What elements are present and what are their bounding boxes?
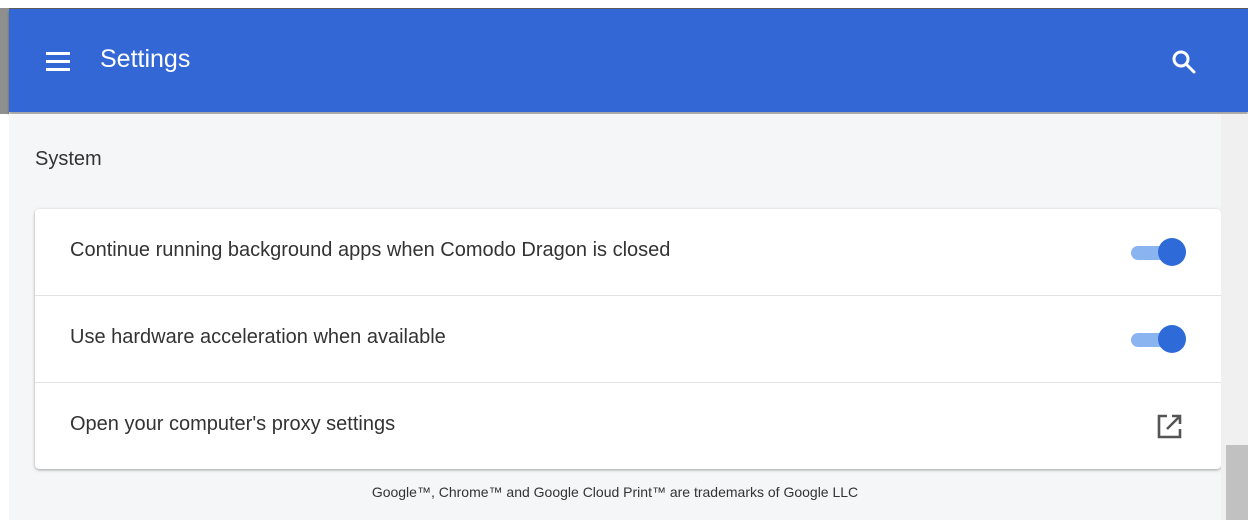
toggle-knob [1158, 238, 1186, 266]
setting-row-proxy-settings[interactable]: Open your computer's proxy settings [35, 382, 1221, 469]
toggle-knob [1158, 325, 1186, 353]
system-settings-card: Continue running background apps when Co… [35, 209, 1221, 469]
hamburger-menu-icon[interactable] [44, 49, 72, 73]
background-apps-toggle[interactable] [1131, 238, 1186, 268]
page-title: Settings [100, 45, 191, 73]
scrollbar-thumb[interactable] [1226, 445, 1248, 520]
settings-content: System Continue running background apps … [9, 114, 1221, 520]
settings-window: Settings System Continue running backgro… [0, 0, 1248, 520]
hardware-acceleration-toggle[interactable] [1131, 325, 1186, 355]
setting-label: Open your computer's proxy settings [70, 413, 396, 435]
setting-row-hardware-acceleration[interactable]: Use hardware acceleration when available [35, 295, 1221, 382]
section-title: System [35, 148, 102, 170]
setting-row-background-apps[interactable]: Continue running background apps when Co… [35, 209, 1221, 295]
trademark-footer: Google™, Chrome™ and Google Cloud Print™… [371, 484, 859, 500]
setting-label: Continue running background apps when Co… [70, 239, 671, 261]
settings-toolbar: Settings [9, 8, 1248, 112]
window-edge [0, 8, 9, 114]
setting-label: Use hardware acceleration when available [70, 326, 446, 348]
search-icon[interactable] [1169, 47, 1199, 77]
open-in-new-icon[interactable] [1153, 411, 1185, 443]
